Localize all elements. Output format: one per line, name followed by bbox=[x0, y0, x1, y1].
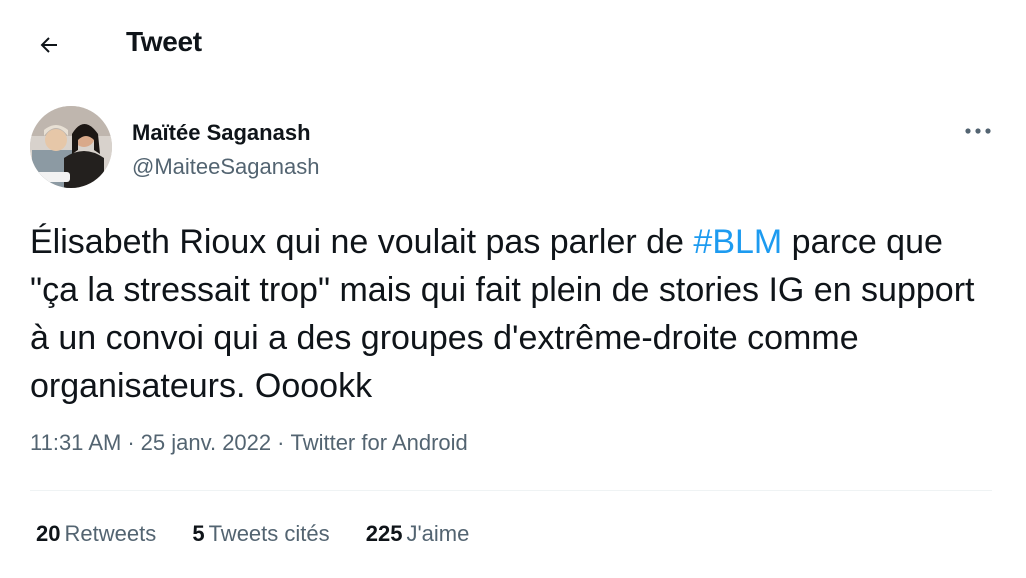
likes-count: 225 bbox=[365, 521, 403, 546]
meta-separator: · bbox=[277, 430, 285, 455]
quote-tweets-count: 5 bbox=[192, 521, 205, 546]
tweet-date[interactable]: 25 janv. 2022 bbox=[141, 430, 271, 455]
retweets-stat[interactable]: 20 Retweets bbox=[36, 521, 156, 547]
avatar[interactable] bbox=[30, 106, 112, 188]
likes-label: J'aime bbox=[406, 521, 470, 546]
back-button[interactable] bbox=[30, 26, 68, 64]
retweets-label: Retweets bbox=[64, 521, 157, 546]
tweet-time[interactable]: 11:31 AM bbox=[30, 430, 121, 455]
arrow-left-icon bbox=[40, 37, 57, 53]
more-options-button[interactable] bbox=[960, 118, 996, 144]
tweet-header: Tweet bbox=[0, 0, 1026, 88]
quote-tweets-label: Tweets cités bbox=[208, 521, 330, 546]
likes-stat[interactable]: 225 J'aime bbox=[366, 521, 470, 547]
author-name[interactable]: Maïtée Saganash bbox=[132, 120, 311, 146]
author-handle[interactable]: @MaiteeSaganash bbox=[132, 154, 319, 180]
quote-tweets-stat[interactable]: 5 Tweets cités bbox=[192, 521, 329, 547]
meta-separator: · bbox=[127, 430, 135, 455]
page-title: Tweet bbox=[126, 26, 202, 57]
divider bbox=[30, 490, 992, 491]
hashtag-link[interactable]: #BLM bbox=[693, 223, 782, 261]
tweet-text: Élisabeth Rioux qui ne voulait pas parle… bbox=[30, 218, 990, 410]
avatar-photo bbox=[30, 106, 112, 188]
author-row: Maïtée Saganash @MaiteeSaganash bbox=[30, 106, 996, 188]
retweets-count: 20 bbox=[36, 521, 61, 546]
engagement-stats: 20 Retweets 5 Tweets cités 225 J'aime bbox=[36, 521, 499, 547]
more-horizontal-icon bbox=[965, 128, 991, 134]
tweet-text-part: Élisabeth Rioux qui ne voulait pas parle… bbox=[30, 223, 694, 261]
tweet-source[interactable]: Twitter for Android bbox=[290, 430, 467, 455]
tweet-metadata: 11:31 AM · 25 janv. 2022 · Twitter for Andro… bbox=[30, 430, 468, 456]
